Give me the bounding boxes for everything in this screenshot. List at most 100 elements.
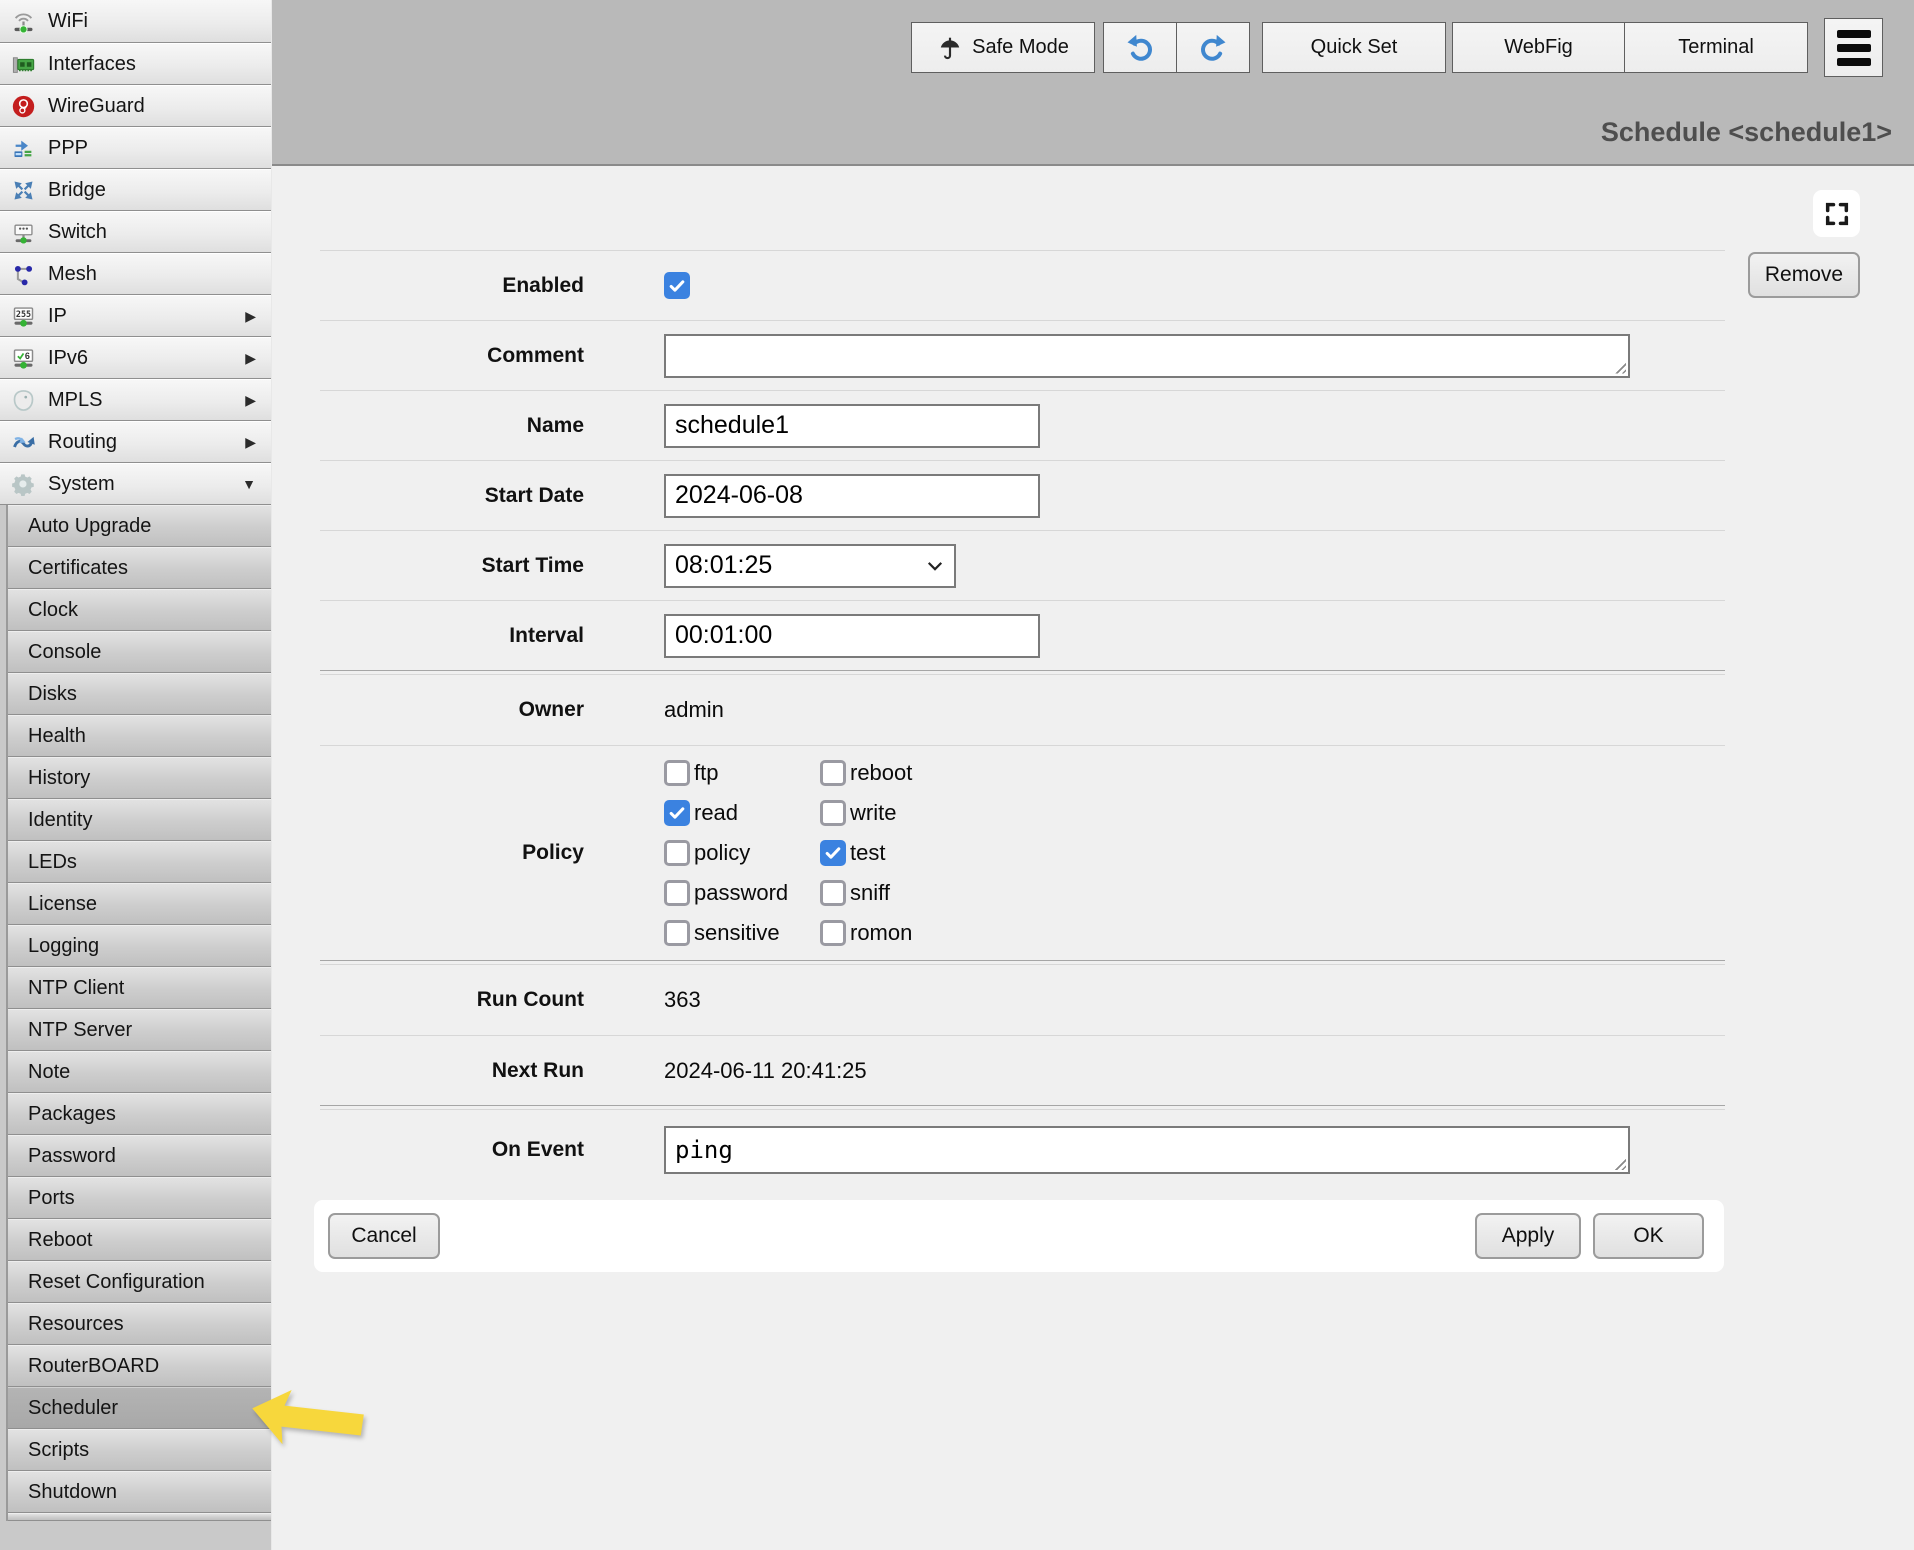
- sidebar-subitem-clock[interactable]: Clock: [8, 589, 271, 631]
- sidebar-item-interfaces[interactable]: Interfaces: [0, 43, 271, 85]
- sidebar-subitem-identity[interactable]: Identity: [8, 799, 271, 841]
- sidebar-item-routing[interactable]: Routing▶: [0, 421, 271, 463]
- fullscreen-button[interactable]: [1813, 190, 1860, 237]
- sidebar-subitem-leds[interactable]: LEDs: [8, 841, 271, 883]
- sidebar-subitem-note[interactable]: Note: [8, 1051, 271, 1093]
- policy-checkbox-sensitive[interactable]: [664, 920, 690, 946]
- switch-icon: [10, 219, 37, 246]
- sidebar-subitem-console[interactable]: Console: [8, 631, 271, 673]
- policy-checkbox-read[interactable]: [664, 800, 690, 826]
- policy-checkbox-reboot[interactable]: [820, 760, 846, 786]
- chevron-right-icon: ▶: [245, 434, 256, 451]
- cancel-button[interactable]: Cancel: [328, 1213, 440, 1259]
- sidebar-subitem-ntp-server[interactable]: NTP Server: [8, 1009, 271, 1051]
- redo-button[interactable]: [1176, 22, 1250, 73]
- policy-option-romon[interactable]: romon: [820, 920, 1000, 946]
- run-count-row: Run Count 363: [320, 965, 1725, 1035]
- policy-checkbox-romon[interactable]: [820, 920, 846, 946]
- safe-mode-button[interactable]: Safe Mode: [911, 22, 1095, 73]
- sidebar-item-switch[interactable]: Switch: [0, 211, 271, 253]
- policy-checkbox-password[interactable]: [664, 880, 690, 906]
- resize-grip-icon[interactable]: [1612, 360, 1626, 374]
- start-date-input[interactable]: 2024-06-08: [664, 474, 1040, 518]
- sidebar-subitem-history[interactable]: History: [8, 757, 271, 799]
- next-run-row: Next Run 2024-06-11 20:41:25: [320, 1035, 1725, 1105]
- apply-button[interactable]: Apply: [1475, 1213, 1581, 1259]
- on-event-input[interactable]: ping: [664, 1126, 1630, 1174]
- enabled-row: Enabled: [320, 250, 1725, 320]
- policy-checkbox-policy[interactable]: [664, 840, 690, 866]
- sidebar-subitem-certificates[interactable]: Certificates: [8, 547, 271, 589]
- ok-button[interactable]: OK: [1593, 1213, 1704, 1259]
- sidebar-item-ppp[interactable]: PPP: [0, 127, 271, 169]
- policy-option-sniff[interactable]: sniff: [820, 880, 1000, 906]
- policy-option-password[interactable]: password: [664, 880, 820, 906]
- sidebar-subitem-disks[interactable]: Disks: [8, 673, 271, 715]
- sidebar-subitem-ports[interactable]: Ports: [8, 1177, 271, 1219]
- sidebar-subitem-logging[interactable]: Logging: [8, 925, 271, 967]
- bridge-icon: [10, 177, 37, 204]
- sidebar-subitem-password[interactable]: Password: [8, 1135, 271, 1177]
- tab-terminal[interactable]: Terminal: [1624, 22, 1808, 73]
- name-label: Name: [320, 414, 664, 438]
- policy-option-reboot[interactable]: reboot: [820, 760, 1000, 786]
- hamburger-icon: [1837, 30, 1871, 66]
- ppp-icon: [10, 135, 37, 162]
- policy-checkbox-write[interactable]: [820, 800, 846, 826]
- comment-row: Comment: [320, 320, 1725, 390]
- on-event-label: On Event: [320, 1138, 664, 1162]
- policy-option-test[interactable]: test: [820, 840, 1000, 866]
- policy-option-read[interactable]: read: [664, 800, 820, 826]
- sidebar-item-bridge[interactable]: Bridge: [0, 169, 271, 211]
- page-title: Schedule <schedule1>: [1601, 117, 1892, 148]
- sidebar-subitem-routerboard[interactable]: RouterBOARD: [8, 1345, 271, 1387]
- sidebar-item-wireguard[interactable]: WireGuard: [0, 85, 271, 127]
- tab-webfig[interactable]: WebFig: [1452, 22, 1625, 73]
- sidebar-subitem-auto-upgrade[interactable]: Auto Upgrade: [8, 505, 271, 547]
- topbar: Safe Mode Quick Set WebFig Terminal Sc: [272, 0, 1914, 166]
- routing-icon: [10, 429, 37, 456]
- sidebar-subitem-reboot[interactable]: Reboot: [8, 1219, 271, 1261]
- sidebar-item-mpls[interactable]: MPLS▶: [0, 379, 271, 421]
- undo-button[interactable]: [1103, 22, 1177, 73]
- policy-option-sensitive[interactable]: sensitive: [664, 920, 820, 946]
- policy-option-policy[interactable]: policy: [664, 840, 820, 866]
- owner-value: admin: [664, 697, 724, 723]
- sidebar-subitem-partial: [8, 1513, 271, 1521]
- sidebar-subitem-health[interactable]: Health: [8, 715, 271, 757]
- policy-checkbox-ftp[interactable]: [664, 760, 690, 786]
- sidebar-subitem-scripts[interactable]: Scripts: [8, 1429, 271, 1471]
- policy-option-ftp[interactable]: ftp: [664, 760, 820, 786]
- sidebar-item-ip[interactable]: 255IP▶: [0, 295, 271, 337]
- content-area: Remove Enabled Comment: [272, 166, 1914, 1548]
- sidebar-subitem-shutdown[interactable]: Shutdown: [8, 1471, 271, 1513]
- chevron-right-icon: ▶: [245, 308, 256, 325]
- sidebar-item-ipv6[interactable]: 6IPv6▶: [0, 337, 271, 379]
- sidebar-subitem-packages[interactable]: Packages: [8, 1093, 271, 1135]
- comment-input[interactable]: [664, 334, 1630, 378]
- sidebar-subitem-scheduler[interactable]: Scheduler: [8, 1387, 271, 1429]
- chevron-down-icon: [925, 556, 945, 576]
- start-time-select[interactable]: 08:01:25: [664, 544, 956, 588]
- policy-checkbox-sniff[interactable]: [820, 880, 846, 906]
- policy-option-write[interactable]: write: [820, 800, 1000, 826]
- menu-button[interactable]: [1824, 18, 1883, 77]
- resize-grip-icon[interactable]: [1612, 1156, 1626, 1170]
- start-date-row: Start Date 2024-06-08: [320, 460, 1725, 530]
- sidebar-item-system[interactable]: System▼: [0, 463, 271, 505]
- sidebar-subitem-license[interactable]: License: [8, 883, 271, 925]
- enabled-checkbox[interactable]: [664, 272, 690, 299]
- sidebar-item-wifi[interactable]: WiFi: [0, 0, 271, 43]
- sidebar-subitem-ntp-client[interactable]: NTP Client: [8, 967, 271, 1009]
- tab-quick-set[interactable]: Quick Set: [1262, 22, 1446, 73]
- wireguard-icon: [10, 93, 37, 120]
- name-input[interactable]: schedule1: [664, 404, 1040, 448]
- webfig-app: WiFiInterfacesWireGuardPPPBridgeSwitchMe…: [0, 0, 1914, 1550]
- interval-input[interactable]: 00:01:00: [664, 614, 1040, 658]
- policy-checkbox-test[interactable]: [820, 840, 846, 866]
- sidebar-subitem-resources[interactable]: Resources: [8, 1303, 271, 1345]
- sidebar-item-mesh[interactable]: Mesh: [0, 253, 271, 295]
- remove-button[interactable]: Remove: [1748, 252, 1860, 298]
- sidebar-subitem-reset-configuration[interactable]: Reset Configuration: [8, 1261, 271, 1303]
- policy-row: Policy ftprebootreadwritepolicytestpassw…: [320, 745, 1725, 960]
